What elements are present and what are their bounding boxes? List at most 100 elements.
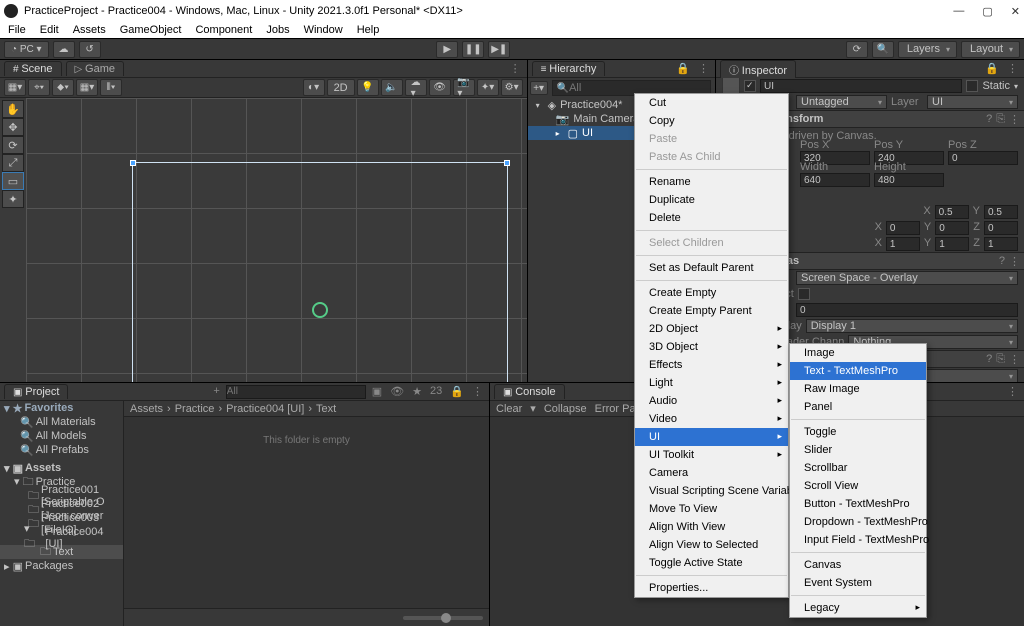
console-menu-icon[interactable]: ⋮ [1005,385,1020,398]
tab-hierarchy[interactable]: ≡ Hierarchy [532,61,606,76]
menu-item[interactable]: Scrollbar [790,459,926,477]
pivot-y-field[interactable] [984,205,1018,219]
fav-materials[interactable]: 🔍 All Materials [0,415,123,429]
tab-scene[interactable]: # Scene [4,61,62,76]
menu-item[interactable]: Create Empty Parent [635,302,788,320]
tab-console[interactable]: ▣ Console [494,384,565,399]
menu-item[interactable]: Image [790,344,926,362]
render-mode-dropdown[interactable]: Screen Space - Overlay [796,271,1018,285]
menu-item[interactable]: Scroll View [790,477,926,495]
project-menu-icon[interactable]: ⋮ [470,385,485,399]
hierarchy-lock-icon[interactable]: 🔒 [674,62,692,75]
camera-gizmo-icon[interactable] [312,302,328,318]
project-star-icon[interactable]: ★ [410,385,424,399]
help-icon[interactable]: ? [986,353,992,366]
packages-header[interactable]: ▸ ▣ Packages [0,559,123,573]
hierarchy-menu-icon[interactable]: ⋮ [696,62,711,75]
menu-item[interactable]: Button - TextMeshPro [790,495,926,513]
step-button[interactable]: ▶❚ [488,41,510,58]
scale-tool-icon[interactable]: ⤢ [2,154,24,172]
menu-item[interactable]: Light [635,374,788,392]
account-button[interactable]: ◔ PC ▾ [4,41,49,58]
menu-item[interactable]: Toggle [790,423,926,441]
static-checkbox[interactable] [966,80,978,92]
mode-2d-button[interactable]: 2D [327,79,355,96]
minimize-button[interactable]: — [953,5,964,18]
project-search[interactable] [226,385,366,399]
project-add-icon[interactable]: + [211,385,221,399]
rot-y-field[interactable] [935,221,969,235]
menu-window[interactable]: Window [304,24,343,36]
pivot-button[interactable]: ⌖▾ [28,79,50,96]
tool-dropdown-icon[interactable]: ▦▾ [4,79,26,96]
console-clear[interactable]: Clear [496,403,522,415]
play-button[interactable]: ▶ [436,41,458,58]
help-icon[interactable]: ? [999,255,1005,268]
history-button[interactable]: ↺ [79,41,101,58]
menu-item[interactable]: Move To View [635,500,788,518]
layers-dropdown[interactable]: Layers [898,41,957,58]
pivot-x-field[interactable] [935,205,969,219]
move-tool-icon[interactable]: ✥ [2,118,24,136]
fav-prefabs[interactable]: 🔍 All Prefabs [0,443,123,457]
go-name-field[interactable] [760,79,962,93]
search-button[interactable]: 🔍 [872,41,894,58]
crumb-practice004[interactable]: Practice004 [UI] [226,403,304,415]
rect-tool-icon[interactable]: ▭ [2,172,24,190]
audio-icon[interactable]: 🔈 [381,79,403,96]
menu-component[interactable]: Component [195,24,252,36]
lighting-icon[interactable]: 💡 [357,79,379,96]
inspector-menu-icon[interactable]: ⋮ [1005,62,1020,75]
menu-jobs[interactable]: Jobs [266,24,289,36]
menu-item[interactable]: Duplicate [635,191,788,209]
width-field[interactable] [800,173,870,187]
crumb-assets[interactable]: Assets [130,403,163,415]
pixel-perfect-checkbox[interactable] [798,288,810,300]
menu-item[interactable]: Visual Scripting Scene Variables [635,482,788,500]
preset-icon[interactable]: ⎘ [996,353,1005,366]
menu-gameobject[interactable]: GameObject [120,24,182,36]
component-menu-icon[interactable]: ⋮ [1009,255,1020,268]
component-menu-icon[interactable]: ⋮ [1009,353,1020,366]
scale-x-field[interactable] [886,237,920,251]
undo-history-icon[interactable]: ⟳ [846,41,868,58]
tag-dropdown[interactable]: Untagged [796,95,887,109]
layout-dropdown[interactable]: Layout [961,41,1020,58]
draw-mode-icon[interactable]: ◐▾ [303,79,325,96]
menu-item[interactable]: Video [635,410,788,428]
tab-inspector[interactable]: ⓘ Inspector [720,60,796,78]
menu-assets[interactable]: Assets [73,24,106,36]
gizmos-icon[interactable]: ✦▾ [477,79,499,96]
menu-item[interactable]: Toggle Active State [635,554,788,572]
menu-item[interactable]: Set as Default Parent [635,259,788,277]
menu-item[interactable]: Align With View [635,518,788,536]
transform-tool-icon[interactable]: ✦ [2,190,24,208]
menu-item[interactable]: Event System [790,574,926,592]
component-menu-icon[interactable]: ⋮ [1009,113,1020,126]
cloud-button[interactable]: ☁ [53,41,75,58]
menu-file[interactable]: File [8,24,26,36]
hidden-icon[interactable]: 👁 [429,79,451,96]
menu-item[interactable]: Cut [635,94,788,112]
fx-icon[interactable]: ☁▾ [405,79,427,96]
menu-item[interactable]: 3D Object [635,338,788,356]
menu-item[interactable]: Properties... [635,579,788,597]
go-active-checkbox[interactable] [744,80,756,92]
preset-icon[interactable]: ⎘ [996,113,1005,126]
hand-tool-icon[interactable]: ✋ [2,100,24,118]
camera-icon[interactable]: 📷▾ [453,79,475,96]
folder-practice004[interactable]: ▾ 🗀 Practice004 [UI] [0,531,123,545]
menu-edit[interactable]: Edit [40,24,59,36]
project-zoom-slider[interactable] [403,616,483,620]
rot-z-field[interactable] [984,221,1018,235]
crumb-practice[interactable]: Practice [175,403,215,415]
menu-help[interactable]: Help [357,24,380,36]
menu-item[interactable]: Camera [635,464,788,482]
crumb-text[interactable]: Text [316,403,336,415]
menu-item[interactable]: Text - TextMeshPro [790,362,926,380]
favorites-header[interactable]: ▾ ★ Favorites [0,401,123,415]
gizmo-settings-icon[interactable]: ⚙▾ [501,79,523,96]
menu-item[interactable]: UI Toolkit [635,446,788,464]
menu-item[interactable]: Raw Image [790,380,926,398]
menu-item[interactable]: Delete [635,209,788,227]
